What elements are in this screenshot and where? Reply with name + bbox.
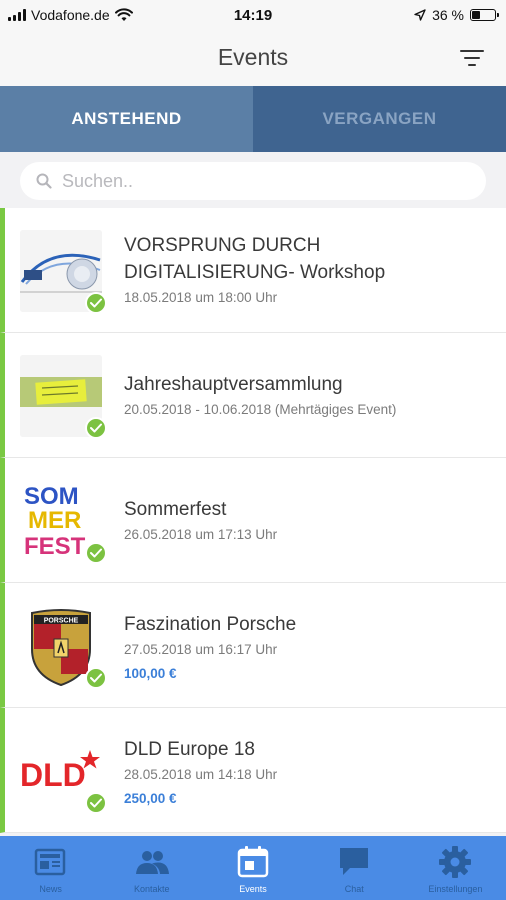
event-title: VORSPRUNG DURCH DIGITALISIERUNG- Worksho… [124,232,494,286]
event-title: Jahreshauptversammlung [124,374,343,395]
checkmark-icon [85,792,107,814]
event-title: Sommerfest [124,499,227,520]
people-icon [135,851,169,874]
event-info: Jahreshauptversammlung 20.05.2018 - 10.0… [124,371,494,417]
search-icon [36,173,52,189]
event-title-line: VORSPRUNG DURCH [124,235,321,256]
event-date: 18.05.2018 um 18:00 Uhr [124,290,278,305]
event-date: 20.05.2018 - 10.06.2018 (Mehrtägiges Eve… [124,402,397,417]
porsche-logo-text: PORSCHE [44,618,79,625]
event-item[interactable]: SOM MER FEST Sommerfest 26.05.2018 um 17… [0,458,506,583]
tab-label: Einstellungen [428,884,483,894]
calendar-icon [237,846,269,878]
event-item[interactable]: Jahreshauptversammlung 20.05.2018 - 10.0… [0,333,506,458]
newspaper-icon [34,848,65,876]
event-title: DLD Europe 18 [124,739,255,760]
event-date: 28.05.2018 um 14:18 Uhr [124,767,278,782]
search-input[interactable] [62,170,462,192]
battery-icon [470,9,499,21]
battery-percentage: 36 % [432,7,464,23]
sommerfest-logo-line: SOM [24,483,79,510]
event-price: 250,00 € [124,791,177,806]
event-item[interactable]: PORSCHE Faszination Porsche 27.05.2018 u… [0,583,506,708]
tab-label: Kontakte [134,884,170,894]
event-info: DLD Europe 18 28.05.2018 um 14:18 Uhr 25… [124,736,494,806]
event-info: VORSPRUNG DURCH DIGITALISIERUNG- Worksho… [124,232,494,305]
tab-label: News [39,884,62,894]
tab-settings[interactable]: Einstellungen [405,836,506,900]
chat-bubble-icon [340,848,369,875]
sommerfest-logo-line: MER [28,507,81,534]
event-info: Sommerfest 26.05.2018 um 17:13 Uhr [124,496,494,542]
segmented-tabs: ANSTEHEND VERGANGEN [0,86,506,152]
location-arrow-icon [414,9,426,21]
checkmark-icon [85,292,107,314]
event-date: 27.05.2018 um 16:17 Uhr [124,642,278,657]
status-bar-right: 36 % [414,7,499,23]
event-item[interactable]: DLD DLD Europe 18 28.05.2018 um 14:18 Uh… [0,708,506,833]
event-title: Faszination Porsche [124,614,297,635]
tab-label: Events [239,884,267,894]
tab-chat[interactable]: Chat [304,836,405,900]
event-list: VORSPRUNG DURCH DIGITALISIERUNG- Worksho… [0,208,506,833]
tab-news[interactable]: News [0,836,101,900]
battery-fill [472,11,480,19]
event-info: Faszination Porsche 27.05.2018 um 16:17 … [124,611,494,681]
event-title-line: DIGITALISIERUNG- Workshop [124,262,386,283]
sommerfest-logo-line: FEST [24,533,86,560]
gear-icon [439,846,472,878]
bottom-tab-bar: News Kontakte Events Chat Einstellungen [0,836,506,900]
checkmark-icon [85,542,107,564]
checkmark-icon [85,417,107,439]
search-bar [20,162,486,200]
checkmark-icon [85,667,107,689]
event-date: 26.05.2018 um 17:13 Uhr [124,527,278,542]
page-title: Events [217,44,289,70]
tab-label: Chat [344,884,364,894]
tab-past[interactable]: VERGANGEN [253,86,506,152]
tab-events[interactable]: Events [202,836,303,900]
dld-logo-text: DLD [20,757,86,793]
navigation-bar: Events [0,30,506,86]
status-bar: Vodafone.de 14:19 36 % [0,0,506,30]
tab-upcoming[interactable]: ANSTEHEND [0,86,253,152]
filter-icon [460,50,484,52]
filter-button[interactable] [460,48,484,68]
event-price: 100,00 € [124,666,177,681]
event-item[interactable]: VORSPRUNG DURCH DIGITALISIERUNG- Worksho… [0,208,506,333]
tab-contacts[interactable]: Kontakte [101,836,202,900]
